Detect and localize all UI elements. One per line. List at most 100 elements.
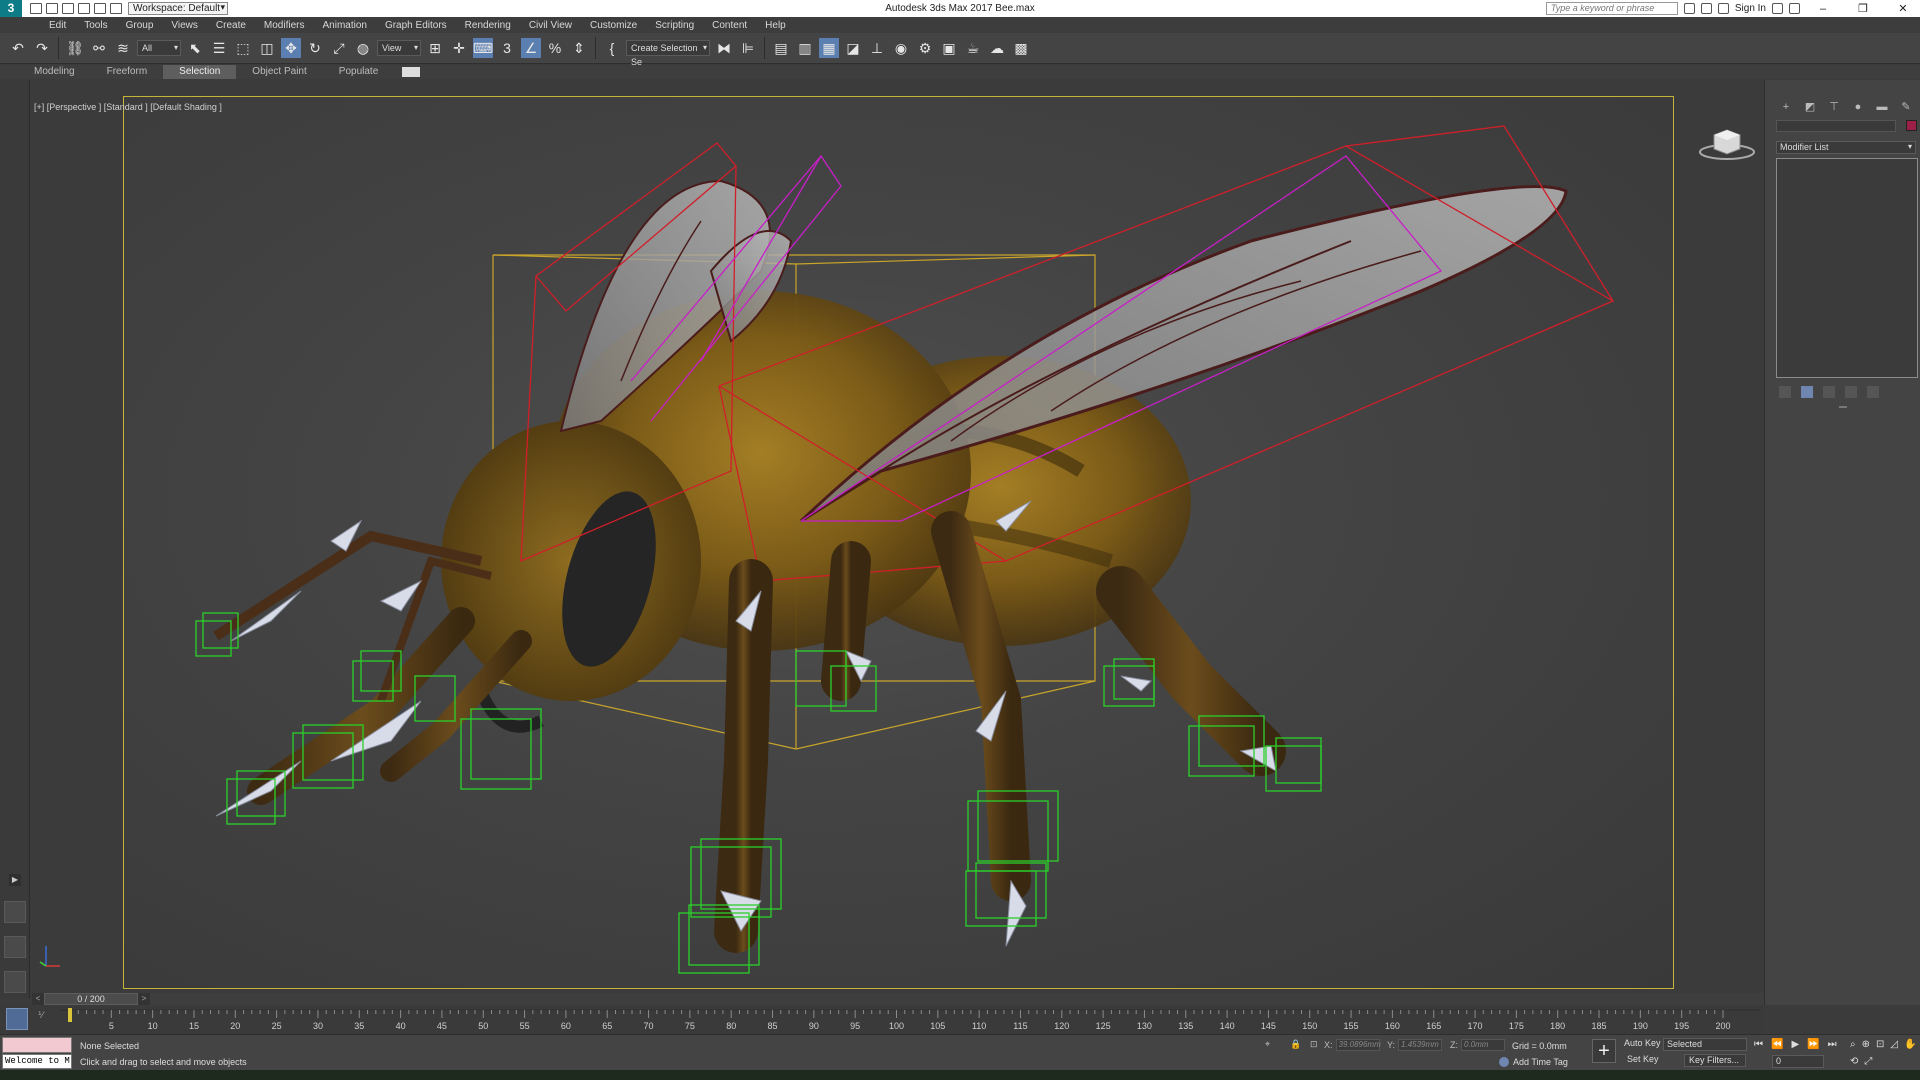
- save-file-icon[interactable]: [62, 3, 74, 14]
- menu-modifiers[interactable]: Modifiers: [255, 20, 314, 31]
- undo-icon[interactable]: ↶: [8, 38, 28, 58]
- redo-icon[interactable]: ↷: [32, 38, 52, 58]
- auto-key-button[interactable]: Auto Key: [1624, 1038, 1661, 1048]
- previous-frame-icon[interactable]: ⏪: [1771, 1039, 1783, 1050]
- open-file-icon[interactable]: [46, 3, 58, 14]
- layer-explorer-icon[interactable]: ▤: [771, 38, 791, 58]
- create-panel-icon[interactable]: +: [1779, 101, 1793, 113]
- x-coordinate-field[interactable]: 39.0896mm: [1335, 1039, 1381, 1051]
- maxscript-listener-input[interactable]: [2, 1037, 72, 1053]
- spinner-snap-icon[interactable]: ⇕: [569, 38, 589, 58]
- set-keys-button[interactable]: +: [1592, 1039, 1616, 1063]
- menu-customize[interactable]: Customize: [581, 20, 646, 31]
- viewport-canvas[interactable]: [124, 97, 1673, 988]
- keyboard-shortcut-override-icon[interactable]: ⌨: [473, 38, 493, 58]
- modifier-stack[interactable]: [1776, 158, 1918, 378]
- key-filters-button[interactable]: Key Filters...: [1684, 1054, 1746, 1067]
- link-icon[interactable]: ⛓: [65, 38, 85, 58]
- select-manipulate-icon[interactable]: ✛: [449, 38, 469, 58]
- menu-content[interactable]: Content: [703, 20, 756, 31]
- menu-views[interactable]: Views: [162, 20, 207, 31]
- snaps-toggle-icon[interactable]: 3: [497, 38, 517, 58]
- time-tag-icon[interactable]: [1499, 1057, 1509, 1067]
- utilities-panel-icon[interactable]: ✎: [1899, 101, 1913, 113]
- configure-modifier-sets-icon[interactable]: [1867, 386, 1879, 398]
- zoom-icon[interactable]: ⌕: [1850, 1039, 1856, 1050]
- modifier-list-dropdown[interactable]: Modifier List: [1776, 141, 1916, 154]
- motion-panel-icon[interactable]: ●: [1851, 101, 1865, 113]
- tab-populate[interactable]: Populate: [323, 65, 394, 79]
- edit-named-selection-icon[interactable]: {: [602, 38, 622, 58]
- ribbon-toggle-icon[interactable]: ▦: [819, 38, 839, 58]
- previous-frame-arrow-icon[interactable]: <: [32, 993, 44, 1005]
- go-to-start-icon[interactable]: ⏮: [1754, 1039, 1763, 1050]
- menu-help[interactable]: Help: [756, 20, 795, 31]
- app-logo[interactable]: 3: [0, 0, 22, 17]
- subscription-icon[interactable]: [1700, 3, 1712, 14]
- new-file-icon[interactable]: [30, 3, 42, 14]
- perspective-viewport[interactable]: [123, 96, 1674, 989]
- rendered-frame-window-icon[interactable]: ▣: [939, 38, 959, 58]
- close-button[interactable]: ✕: [1886, 2, 1920, 15]
- object-color-swatch[interactable]: [1906, 120, 1917, 131]
- expand-arrow-icon[interactable]: ▶: [9, 874, 21, 886]
- absolute-transform-icon[interactable]: ⊡: [1310, 1039, 1318, 1050]
- bee-model-scene[interactable]: [124, 97, 1673, 988]
- display-panel-icon[interactable]: ▬: [1875, 101, 1889, 113]
- rectangle-selection-icon[interactable]: ⬚: [233, 38, 253, 58]
- modify-panel-icon[interactable]: ◩: [1803, 101, 1817, 113]
- sign-in-button[interactable]: Sign In: [1735, 3, 1766, 14]
- workspace-dropdown[interactable]: Workspace: Default: [128, 2, 228, 15]
- key-selection-set-dropdown[interactable]: Selected: [1663, 1038, 1747, 1051]
- schematic-view-icon[interactable]: ⊥: [867, 38, 887, 58]
- unlink-icon[interactable]: ⚯: [89, 38, 109, 58]
- isolate-selection-icon[interactable]: ⌖: [1265, 1039, 1270, 1050]
- viewport-layout-button[interactable]: [4, 901, 26, 923]
- select-and-rotate-icon[interactable]: ↻: [305, 38, 325, 58]
- current-frame-field[interactable]: 0: [1772, 1055, 1824, 1068]
- z-coordinate-field[interactable]: 0.0mm: [1461, 1039, 1505, 1051]
- minimize-button[interactable]: –: [1806, 3, 1840, 15]
- menu-scripting[interactable]: Scripting: [646, 20, 703, 31]
- zoom-all-icon[interactable]: ⊕: [1862, 1039, 1870, 1050]
- material-editor-icon[interactable]: ◉: [891, 38, 911, 58]
- hierarchy-panel-icon[interactable]: ⊤: [1827, 101, 1841, 113]
- bind-space-warp-icon[interactable]: ≋: [113, 38, 133, 58]
- maxscript-output[interactable]: Welcome to M: [2, 1054, 72, 1069]
- menu-civil-view[interactable]: Civil View: [520, 20, 581, 31]
- zoom-extents-icon[interactable]: ⊡: [1876, 1039, 1884, 1050]
- reference-coordinate-dropdown[interactable]: View: [377, 40, 421, 56]
- angle-snap-icon[interactable]: ∠: [521, 38, 541, 58]
- select-object-icon[interactable]: ⬉: [185, 38, 205, 58]
- menu-animation[interactable]: Animation: [313, 20, 375, 31]
- select-and-move-icon[interactable]: ✥: [281, 38, 301, 58]
- add-time-tag-button[interactable]: Add Time Tag: [1513, 1057, 1568, 1067]
- timeline-ruler[interactable]: 5 10 15 20 25 30 35 40 45 50 55 60 65 70 75 80 85 90 95 100…: [0, 1006, 1764, 1034]
- menu-tools[interactable]: Tools: [75, 20, 116, 31]
- menu-create[interactable]: Create: [207, 20, 255, 31]
- menu-edit[interactable]: Edit: [40, 20, 75, 31]
- ribbon-options-icon[interactable]: [402, 67, 421, 77]
- menu-rendering[interactable]: Rendering: [456, 20, 520, 31]
- panel-grip[interactable]: [1838, 406, 1847, 408]
- selection-filter-dropdown[interactable]: All: [137, 40, 181, 56]
- viewport-layout-button[interactable]: [4, 971, 26, 993]
- viewcube-icon[interactable]: [1697, 125, 1757, 165]
- set-key-button[interactable]: Set Key: [1627, 1054, 1659, 1064]
- field-of-view-icon[interactable]: ◿: [1890, 1039, 1898, 1050]
- tab-selection[interactable]: Selection: [163, 65, 237, 79]
- undo-icon[interactable]: [78, 3, 90, 14]
- pin-stack-icon[interactable]: [1779, 386, 1791, 398]
- viewport-label-menu[interactable]: [+] [Perspective ] [Standard ] [Default …: [34, 102, 222, 112]
- make-unique-icon[interactable]: [1823, 386, 1835, 398]
- go-to-end-icon[interactable]: ⏭: [1828, 1039, 1837, 1050]
- render-production-icon[interactable]: ☕: [963, 38, 983, 58]
- select-by-name-icon[interactable]: ☰: [209, 38, 229, 58]
- menu-graph-editors[interactable]: Graph Editors: [376, 20, 456, 31]
- project-folder-icon[interactable]: [110, 3, 122, 14]
- time-slider[interactable]: < 0 / 200 >: [32, 993, 1764, 1005]
- pan-view-icon[interactable]: ✋: [1904, 1039, 1916, 1050]
- tab-object-paint[interactable]: Object Paint: [236, 65, 322, 79]
- render-setup-icon[interactable]: ⚙: [915, 38, 935, 58]
- next-frame-arrow-icon[interactable]: >: [138, 993, 150, 1005]
